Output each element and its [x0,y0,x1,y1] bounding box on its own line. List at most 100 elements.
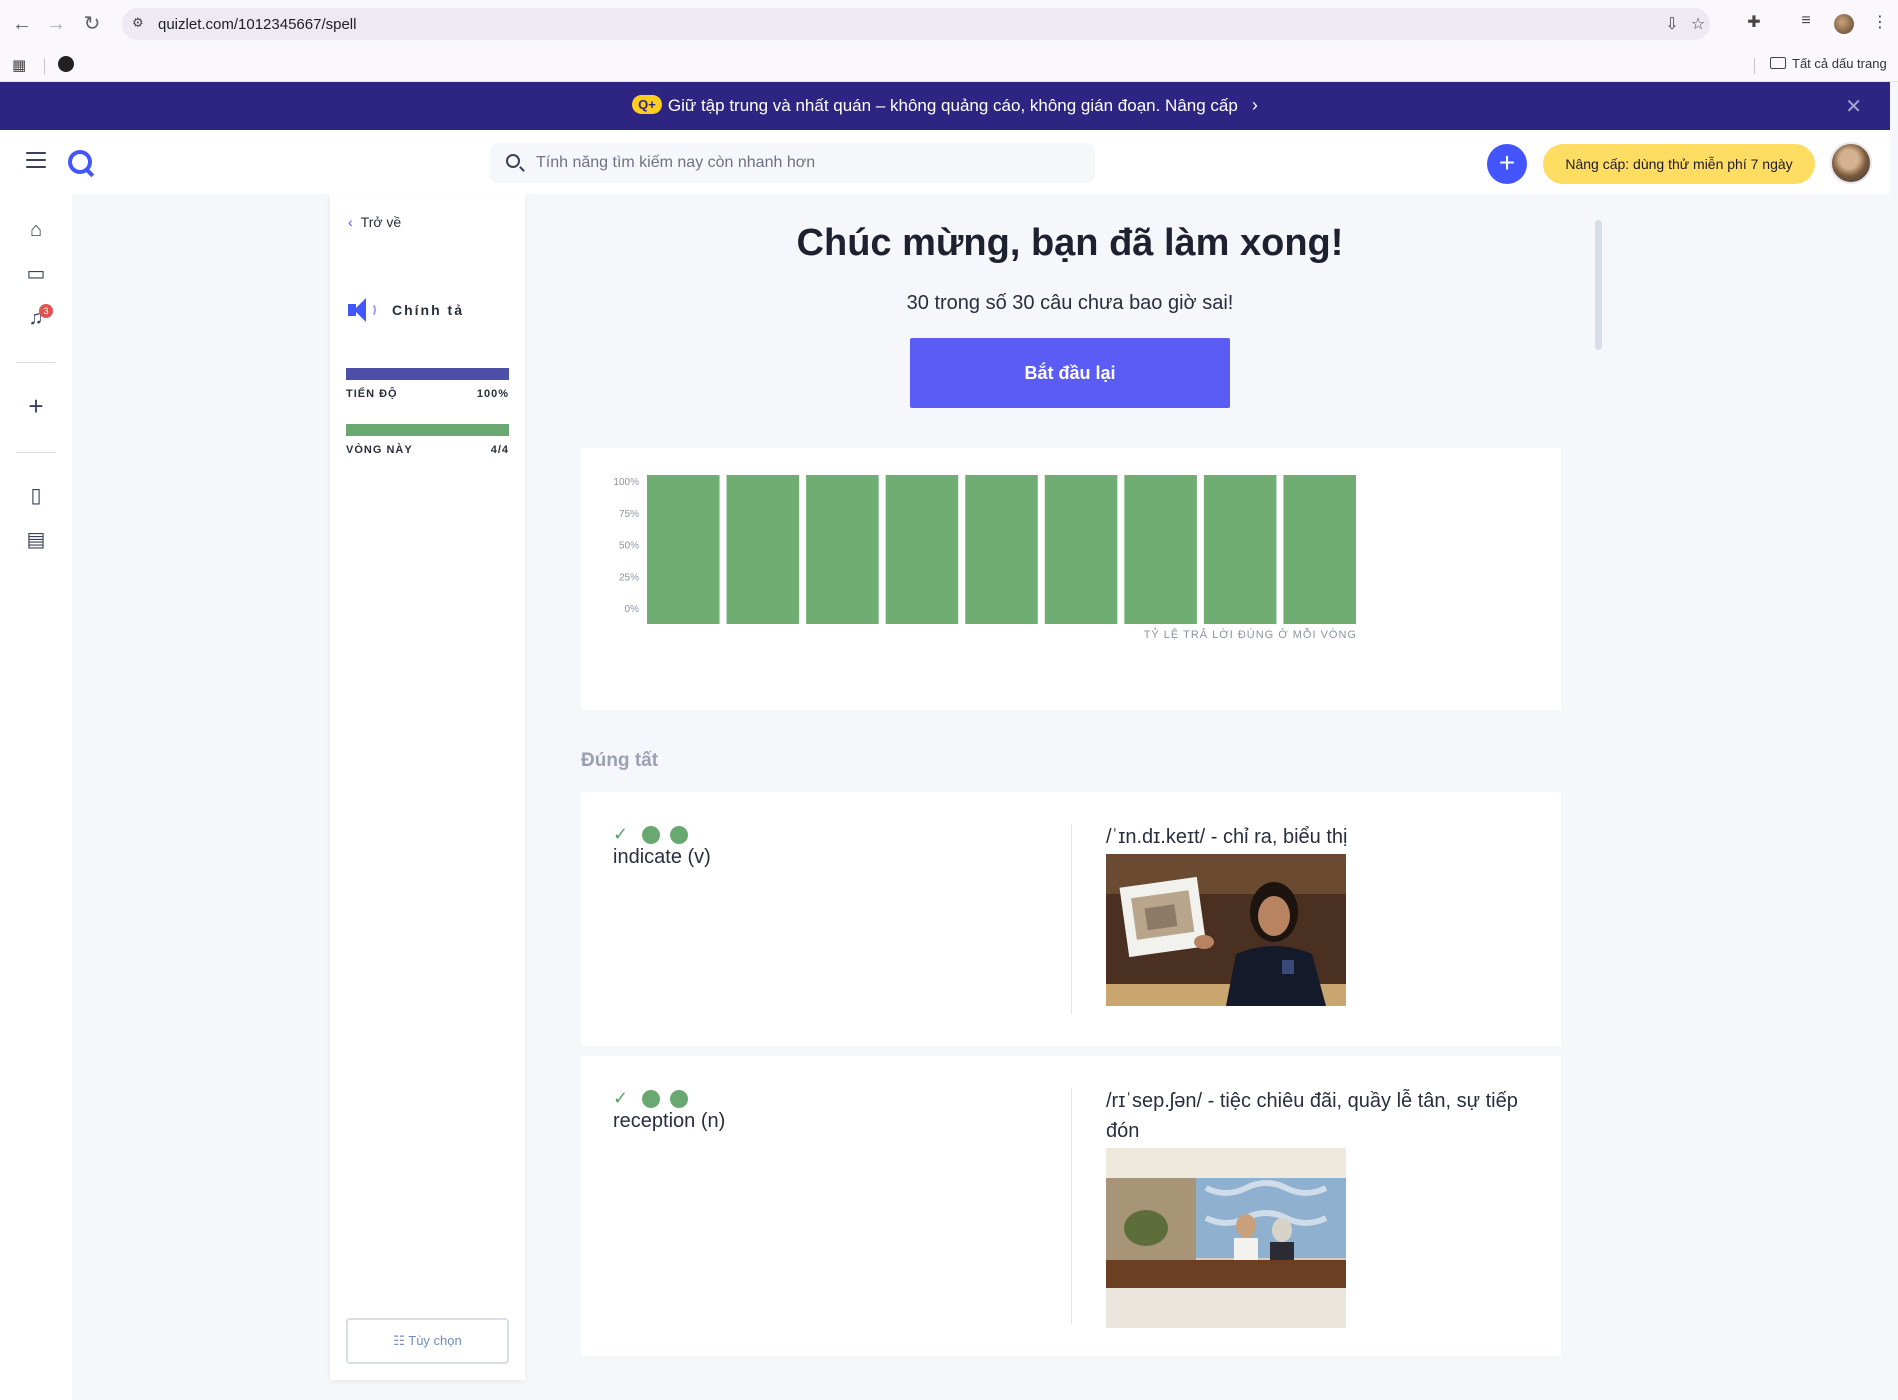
chart-bar [1044,475,1118,624]
term-card: ✓ indicate (v) /ˈɪn.dɪ.keɪt/ - chỉ ra, b… [581,792,1561,1046]
chart-bar [885,475,959,624]
address-bar[interactable]: ⚙ quizlet.com/1012345667/spell ⇩ ☆ [122,8,1710,40]
bookmark-separator [44,58,45,74]
browser-chrome: ← → ↻ ⚙ quizlet.com/1012345667/spell ⇩ ☆… [0,0,1898,82]
all-bookmarks-label: Tất cả dấu trang [1792,56,1887,71]
y-tick-label: 50% [619,541,639,552]
term-status: ✓ [613,824,698,845]
upgrade-button[interactable]: Nâng cấp: dùng thử miễn phí 7 ngày [1543,144,1815,184]
reception-desk-photo [1106,1148,1346,1328]
definition-image [1106,854,1346,1006]
progress-bar-fill [346,368,509,380]
bookmark-separator [1754,58,1755,74]
term-text: indicate (v) [613,846,711,868]
promo-text[interactable]: Giữ tập trung và nhất quán – không quảng… [668,96,1238,115]
round-value: 4/4 [490,444,509,456]
notification-badge: 3 [39,304,53,318]
chart-bar [1283,475,1356,624]
round-row: VÒNG NÀY 4/4 [346,444,509,456]
chart-bar [726,475,800,624]
progress-value: 100% [476,388,509,400]
term-status: ✓ [613,1088,698,1109]
check-icon: ✓ [613,824,629,844]
term-text: reception (n) [613,1110,726,1132]
y-tick-label: 25% [619,572,639,583]
bookmark-star-icon[interactable]: ☆ [1688,14,1708,34]
apps-grid-icon[interactable]: ▦ [12,56,26,74]
add-icon[interactable]: + [24,393,48,419]
url-text[interactable]: quizlet.com/1012345667/spell [158,16,356,33]
chart-bar [647,475,720,624]
results-summary: 30 trong số 30 câu chưa bao giờ sai! [906,292,1234,314]
mode-label: Chính tả [392,302,464,318]
search-bar[interactable] [490,143,1095,183]
back-arrow-icon[interactable]: ← [10,12,34,36]
left-nav-rail: ⌂ ▭ ♫ 3 + ▯ ▤ [0,194,72,1400]
round-bar-fill [346,424,509,436]
install-app-icon[interactable]: ⇩ [1662,14,1682,34]
forward-arrow-icon[interactable]: → [44,12,68,36]
search-input[interactable] [536,151,1076,175]
folder-icon[interactable]: ▭ [24,262,48,286]
y-tick-label: 100% [613,477,639,488]
close-icon[interactable]: ✕ [1845,94,1862,119]
quizlet-plus-badge: Q+ [632,95,662,114]
x-axis-label: TỶ LỆ TRẢ LỜI ĐÚNG Ở MỖI VÒNG [1144,628,1357,641]
correct-dot [670,825,689,844]
search-icon [506,154,520,168]
term-card: ✓ reception (n) /rɪˈsep.ʃən/ - tiệc chiê… [581,1056,1561,1356]
create-button[interactable]: + [1487,144,1527,184]
testimony-photo [1106,854,1346,1006]
media-control-icon[interactable]: ≡ [1794,12,1818,36]
chart-bar [806,475,879,624]
restart-button[interactable]: Bắt đầu lại [910,338,1230,408]
back-link[interactable]: ‹ Trở về [348,214,401,230]
bookmarks-bar: ▦ Tất cả dấu trang [0,52,1898,78]
y-tick-label: 75% [619,509,639,520]
study-guide-icon[interactable]: ▤ [24,528,48,552]
correct-dot [642,825,661,844]
avatar[interactable] [1830,142,1872,184]
rail-divider [16,452,56,453]
definition-text: /ˈɪn.dɪ.keɪt/ - chỉ ra, biểu thị [1106,826,1348,848]
definition-image [1106,1148,1346,1328]
app-header: + Nâng cấp: dùng thử miễn phí 7 ngày [0,130,1890,194]
site-settings-icon[interactable]: ⚙ [132,15,150,33]
round-bar [346,424,509,436]
round-accuracy-chart: 100% 75% 50% 25% 0% TỶ LỆ TRẢ LỜI ĐÚNG Ở MỖI … [581,448,1561,710]
back-label: Trở về [360,214,402,230]
folder-icon [1770,57,1786,69]
study-sidebar: ‹ Trở về Chính tả TIẾN ĐỘ 100% VÒNG NÀY 4/4… [330,194,525,1380]
quizlet-logo[interactable] [68,150,92,174]
progress-bar [346,368,509,380]
card-divider [1071,1088,1072,1324]
y-tick-label: 0% [625,604,640,615]
all-bookmarks-button[interactable]: Tất cả dấu trang [1770,56,1887,71]
chevron-left-icon: ‹ [348,214,353,230]
chevron-right-icon[interactable]: › [1252,95,1258,116]
home-icon[interactable]: ⌂ [24,218,48,242]
hamburger-menu-icon[interactable] [26,152,46,170]
check-icon: ✓ [613,1088,629,1108]
chart-bar [1124,475,1197,624]
progress-row: TIẾN ĐỘ 100% [346,388,509,400]
promo-banner[interactable]: Q+ Giữ tập trung và nhất quán – không quả… [0,82,1890,130]
globe-icon[interactable] [58,56,74,72]
flashcards-icon[interactable]: ▯ [24,484,48,508]
chart-bar [965,475,1038,624]
reload-icon[interactable]: ↻ [80,12,104,36]
options-button[interactable]: ☷ Tùy chọn [346,1318,509,1364]
speaker-icon [348,298,380,322]
definition-text: /rɪˈsep.ʃən/ - tiệc chiêu đãi, quầy lễ t… [1106,1090,1518,1142]
progress-label: TIẾN ĐỘ [346,388,398,400]
chart-svg: 100% 75% 50% 25% 0% TỶ LỆ TRẢ LỜI ĐÚNG Ở MỖI … [613,475,1357,641]
results-panel: Chúc mừng, bạn đã làm xong! 30 trong số … [525,194,1890,1400]
rail-divider [16,362,56,363]
browser-profile-avatar[interactable] [1834,14,1854,34]
study-mode-header: Chính tả [348,298,464,322]
page-title: Chúc mừng, bạn đã làm xong! [796,222,1344,264]
chart-bar [1203,475,1277,624]
browser-menu-icon[interactable]: ⋮ [1868,12,1892,36]
extensions-icon[interactable]: ✚ [1742,12,1766,36]
card-divider [1071,824,1072,1014]
